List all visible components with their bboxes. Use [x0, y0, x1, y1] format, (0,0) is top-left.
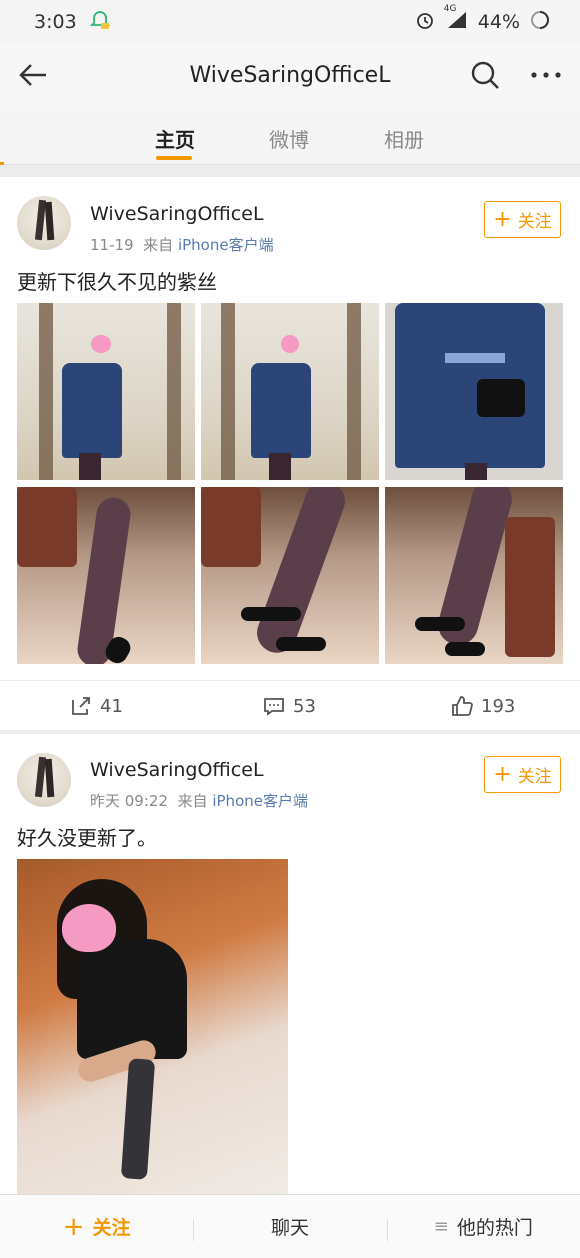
post-image[interactable]: [201, 487, 379, 664]
post-username[interactable]: WiveSaringOfficeL: [90, 759, 264, 781]
avatar[interactable]: [17, 196, 71, 250]
comment-icon: [264, 698, 284, 716]
post-text: 更新下很久不见的紫丝: [17, 270, 217, 294]
plus-icon: +: [62, 1211, 85, 1242]
post-text: 好久没更新了。: [17, 826, 157, 850]
post-username[interactable]: WiveSaringOfficeL: [90, 203, 264, 225]
tab-weibo[interactable]: 微博: [269, 124, 309, 153]
post-card: WiveSaringOfficeL 昨天 09:22 来自 iPhone客户端 …: [0, 734, 580, 1204]
plus-icon: +: [493, 206, 512, 232]
network-type: 4G: [443, 3, 457, 14]
comment-count: 53: [293, 695, 316, 717]
post-meta: 11-19 来自 iPhone客户端: [90, 234, 274, 255]
follow-button[interactable]: + 关注: [484, 201, 561, 238]
post-meta: 昨天 09:22 来自 iPhone客户端: [90, 790, 308, 811]
bottom-follow-button[interactable]: + 关注: [0, 1213, 193, 1240]
post-time: 昨天 09:22: [90, 792, 168, 810]
post-source-prefix: 来自: [143, 236, 174, 254]
hot-label: 他的热门: [456, 1217, 533, 1239]
post-time: 11-19: [90, 236, 134, 254]
like-count: 193: [481, 695, 516, 717]
follow-label: 关注: [517, 212, 552, 232]
post-image[interactable]: [201, 303, 379, 480]
image-grid: [17, 303, 563, 664]
plus-icon: +: [493, 761, 512, 787]
tab-album[interactable]: 相册: [384, 124, 424, 153]
post-image[interactable]: [385, 487, 563, 664]
post-image[interactable]: [17, 303, 195, 480]
post-image[interactable]: [17, 859, 288, 1204]
like-button[interactable]: 193: [451, 695, 515, 717]
status-bar: 3:03 4G 44%: [0, 0, 580, 44]
post-actions: 41 53 193: [0, 680, 580, 731]
battery-text: 44%: [477, 11, 520, 33]
alarm-icon: [414, 9, 436, 36]
chat-button[interactable]: 聊天: [193, 1213, 386, 1241]
status-time: 3:03: [34, 11, 77, 33]
repost-button[interactable]: 41: [70, 695, 123, 717]
profile-tabs: 主页 微博 相册: [0, 106, 580, 165]
bottom-action-bar: + 关注 聊天 ≡ 他的热门: [0, 1194, 580, 1258]
post-source[interactable]: iPhone客户端: [178, 236, 274, 254]
post-image[interactable]: [17, 487, 195, 664]
comment-button[interactable]: 53: [263, 695, 316, 717]
battery-icon: [530, 10, 550, 35]
bottom-follow-label: 关注: [92, 1217, 131, 1239]
follow-button[interactable]: + 关注: [484, 756, 561, 793]
more-icon[interactable]: [528, 58, 564, 92]
accent-marker: [0, 162, 4, 165]
menu-icon: ≡: [433, 1216, 449, 1237]
thumbs-up-icon: [452, 696, 473, 716]
post-source[interactable]: iPhone客户端: [212, 792, 308, 810]
signal-icon: 4G: [444, 4, 468, 35]
hot-posts-button[interactable]: ≡ 他的热门: [386, 1213, 580, 1241]
search-icon[interactable]: [468, 58, 502, 92]
follow-label: 关注: [517, 767, 552, 787]
notification-icon: [89, 9, 111, 36]
post-card: WiveSaringOfficeL 11-19 来自 iPhone客户端 + 关…: [0, 177, 580, 730]
repost-count: 41: [100, 695, 123, 717]
post-source-prefix: 来自: [177, 792, 208, 810]
chat-label: 聊天: [270, 1217, 309, 1239]
avatar[interactable]: [17, 753, 71, 807]
app-header: WiveSaringOfficeL: [0, 44, 580, 106]
back-arrow-icon[interactable]: [16, 58, 50, 92]
active-tab-indicator: [156, 156, 192, 160]
repost-icon: [72, 697, 90, 715]
tab-home[interactable]: 主页: [155, 124, 195, 153]
post-image[interactable]: [385, 303, 563, 480]
